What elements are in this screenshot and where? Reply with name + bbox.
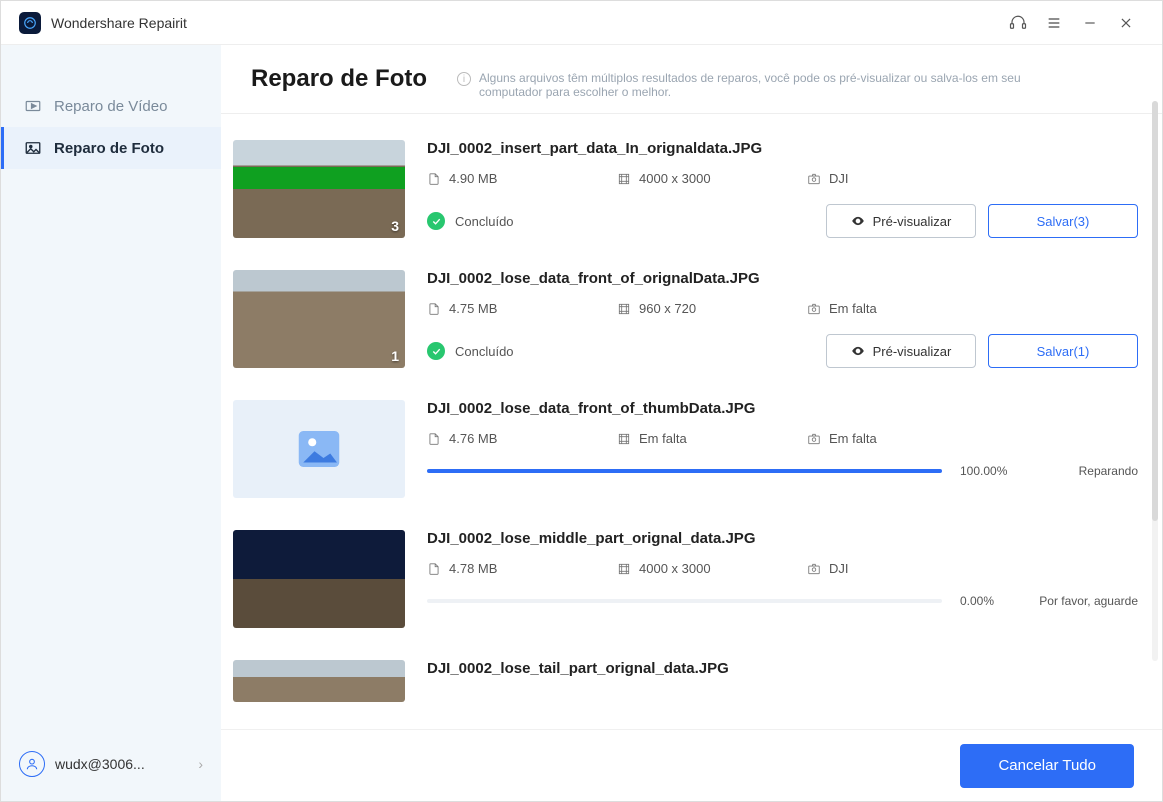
file-camera: DJI [829,171,849,186]
footer: Cancelar Tudo [221,729,1162,801]
save-button[interactable]: Salvar(3) [988,204,1138,238]
status-label: Concluído [455,214,514,229]
dimensions-icon [617,432,631,446]
file-name: DJI_0002_lose_data_front_of_thumbData.JP… [427,400,1138,417]
file-row: DJI_0002_lose_tail_part_orignal_data.JPG [233,646,1138,702]
scrollbar[interactable] [1152,101,1158,661]
progress-bar [427,469,942,473]
sidebar: Reparo de Vídeo Reparo de Foto wudx@3006… [1,45,221,801]
file-size: 4.78 MB [449,561,497,576]
file-dimensions: Em falta [639,431,687,446]
sidebar-item-video-repair[interactable]: Reparo de Vídeo [1,85,221,127]
image-placeholder-icon [292,422,346,476]
progress-status: Reparando [1028,464,1138,478]
file-camera: DJI [829,561,849,576]
camera-icon [807,172,821,186]
result-count-badge: 1 [391,348,399,364]
file-dimensions: 4000 x 3000 [639,561,711,576]
file-size: 4.75 MB [449,301,497,316]
cancel-all-button[interactable]: Cancelar Tudo [960,744,1134,788]
file-dimensions: 960 x 720 [639,301,696,316]
progress-percent: 0.00% [960,594,1010,608]
file-row: 1 DJI_0002_lose_data_front_of_orignalDat… [233,256,1138,386]
file-dimensions: 4000 x 3000 [639,171,711,186]
file-icon [427,172,441,186]
scrollbar-thumb[interactable] [1152,101,1158,521]
dimensions-icon [617,302,631,316]
dimensions-icon [617,172,631,186]
camera-icon [807,432,821,446]
file-name: DJI_0002_lose_data_front_of_orignalData.… [427,270,1138,287]
check-icon [427,342,445,360]
file-name: DJI_0002_insert_part_data_In_orignaldata… [427,140,1138,157]
file-thumbnail[interactable]: 3 [233,140,405,238]
file-camera: Em falta [829,301,877,316]
app-logo [19,12,41,34]
file-icon [427,302,441,316]
preview-button[interactable]: Pré-visualizar [826,334,976,368]
main-content: Reparo de Foto i Alguns arquivos têm múl… [221,45,1162,801]
save-button[interactable]: Salvar(1) [988,334,1138,368]
close-button[interactable] [1108,8,1144,38]
file-camera: Em falta [829,431,877,446]
file-thumbnail[interactable] [233,660,405,702]
eye-icon [851,214,865,228]
user-avatar-icon [19,751,45,777]
progress-bar [427,599,942,603]
titlebar: Wondershare Repairit [1,1,1162,45]
camera-icon [807,302,821,316]
status-label: Concluído [455,344,514,359]
file-row: DJI_0002_lose_data_front_of_thumbData.JP… [233,386,1138,516]
info-icon: i [457,72,471,86]
app-title: Wondershare Repairit [51,15,187,31]
progress-percent: 100.00% [960,464,1010,478]
sidebar-item-photo-repair[interactable]: Reparo de Foto [1,127,221,169]
file-thumbnail[interactable]: 1 [233,270,405,368]
video-icon [24,97,42,115]
page-subtitle: Alguns arquivos têm múltiplos resultados… [479,71,1077,99]
preview-button[interactable]: Pré-visualizar [826,204,976,238]
minimize-button[interactable] [1072,8,1108,38]
page-title: Reparo de Foto [251,65,427,93]
file-thumbnail[interactable] [233,400,405,498]
file-size: 4.90 MB [449,171,497,186]
dimensions-icon [617,562,631,576]
check-icon [427,212,445,230]
file-row: 3 DJI_0002_insert_part_data_In_orignalda… [233,126,1138,256]
eye-icon [851,344,865,358]
file-thumbnail[interactable] [233,530,405,628]
camera-icon [807,562,821,576]
file-row: DJI_0002_lose_middle_part_orignal_data.J… [233,516,1138,646]
menu-icon[interactable] [1036,8,1072,38]
progress-status: Por favor, aguarde [1028,594,1138,608]
sidebar-item-label: Reparo de Vídeo [54,98,167,115]
photo-icon [24,139,42,157]
file-icon [427,562,441,576]
file-name: DJI_0002_lose_middle_part_orignal_data.J… [427,530,1138,547]
chevron-right-icon: › [198,756,203,772]
result-count-badge: 3 [391,218,399,234]
support-icon[interactable] [1000,8,1036,38]
user-account[interactable]: wudx@3006... › [1,733,221,801]
sidebar-item-label: Reparo de Foto [54,140,164,157]
page-header: Reparo de Foto i Alguns arquivos têm múl… [221,45,1162,114]
file-size: 4.76 MB [449,431,497,446]
file-name: DJI_0002_lose_tail_part_orignal_data.JPG [427,660,1138,677]
file-icon [427,432,441,446]
file-list: 3 DJI_0002_insert_part_data_In_orignalda… [221,114,1162,729]
user-name: wudx@3006... [55,756,145,772]
